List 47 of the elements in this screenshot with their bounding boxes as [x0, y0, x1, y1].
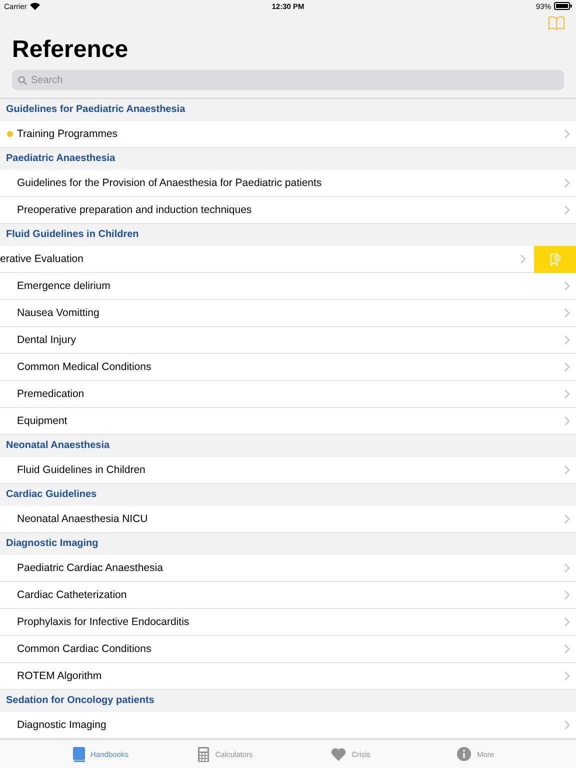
calculator-icon [198, 746, 210, 762]
list-item[interactable]: Common Cardiac Conditions [0, 636, 576, 663]
battery-icon [554, 2, 572, 10]
list-item[interactable]: Emergence delirium [0, 273, 576, 300]
list-item[interactable]: Neonatal Anaesthesia NICU [0, 506, 576, 533]
open-book-icon[interactable] [548, 16, 565, 30]
list-item[interactable]: Prophylaxis for Infective Endocarditis [0, 609, 576, 636]
list-item[interactable]: Paediatric Cardiac Anaesthesia [0, 555, 576, 582]
bookmark-plus-icon [550, 253, 560, 266]
chevron-icon [564, 720, 570, 730]
info-icon [456, 747, 471, 761]
list-item[interactable]: Cardiac Catheterization [0, 582, 576, 609]
chevron-icon [564, 362, 570, 372]
chevron-icon [520, 254, 526, 264]
list-item[interactable]: Preoperative preparation and induction techniques [0, 197, 576, 224]
book-icon [72, 746, 85, 762]
list-item[interactable]: Training Programmes [0, 121, 576, 148]
chevron-icon [564, 389, 570, 399]
chevron-icon [564, 590, 570, 600]
search-field[interactable]: Search [12, 70, 564, 90]
chevron-icon [564, 416, 570, 426]
bookmark-action-button[interactable] [534, 246, 576, 273]
wifi-icon [30, 2, 40, 10]
list-item[interactable]: Premedication [0, 381, 576, 408]
chevron-icon [564, 129, 570, 139]
list-item[interactable]: ROTEM Algorithm [0, 663, 576, 690]
chevron-icon [564, 563, 570, 573]
chevron-icon [564, 465, 570, 475]
chevron-icon [564, 178, 570, 188]
chevron-icon [564, 644, 570, 654]
chevron-icon [564, 514, 570, 524]
heart-icon [330, 748, 346, 760]
list-item[interactable]: erative Evaluation [0, 246, 576, 273]
list-item[interactable]: Fluid Guidelines in Children [0, 457, 576, 484]
list-item[interactable]: Diagnostic Imaging [0, 712, 576, 739]
list-item[interactable]: Guidelines for the Provision of Anaesthesia for Paediatric patients [0, 170, 576, 197]
chevron-icon [564, 281, 570, 291]
list-item[interactable]: Equipment [0, 408, 576, 435]
chevron-icon [564, 671, 570, 681]
list-item[interactable]: Common Medical Conditions [0, 354, 576, 381]
chevron-icon [564, 617, 570, 627]
list-item[interactable]: Nausea Vomitting [0, 300, 576, 327]
list-item[interactable]: Dental Injury [0, 327, 576, 354]
page-title: Reference [11, 35, 130, 65]
chevron-icon [564, 335, 570, 345]
chevron-icon [564, 205, 570, 215]
chevron-icon [564, 308, 570, 318]
